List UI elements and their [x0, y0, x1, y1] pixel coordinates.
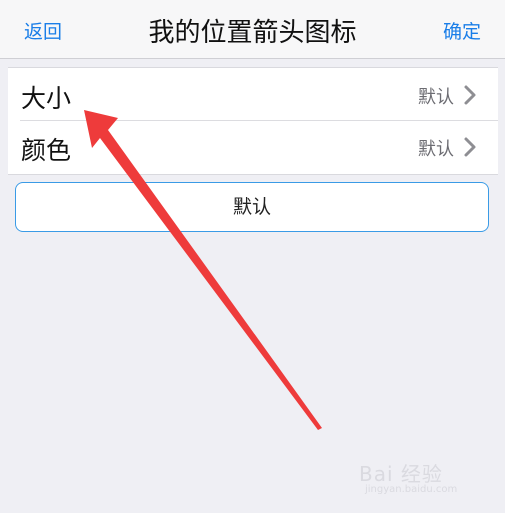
default-button[interactable]: 默认 — [15, 182, 489, 232]
chevron-right-icon — [464, 137, 476, 157]
size-row[interactable]: 大小 默认 — [8, 68, 498, 120]
chevron-right-icon — [464, 85, 476, 105]
settings-list: 大小 默认 颜色 默认 — [8, 67, 498, 175]
navigation-bar: 返回 我的位置箭头图标 确定 — [0, 0, 505, 59]
watermark-text: Bai 经验 — [359, 462, 443, 486]
page-title: 我的位置箭头图标 — [148, 18, 357, 48]
color-value: 默认 — [418, 139, 454, 160]
confirm-button[interactable]: 确定 — [443, 17, 481, 44]
screen: 返回 我的位置箭头图标 确定 大小 默认 颜色 默认 默认 Bai 经验 jin… — [0, 0, 505, 513]
baidu-jingyan-watermark: Bai 经验 jingyan.baidu.com — [359, 456, 479, 500]
color-label: 颜色 — [21, 136, 72, 165]
size-label: 大小 — [21, 84, 72, 113]
color-row[interactable]: 颜色 默认 — [8, 120, 498, 172]
size-value: 默认 — [418, 87, 454, 108]
watermark-url: jingyan.baidu.com — [365, 484, 458, 495]
